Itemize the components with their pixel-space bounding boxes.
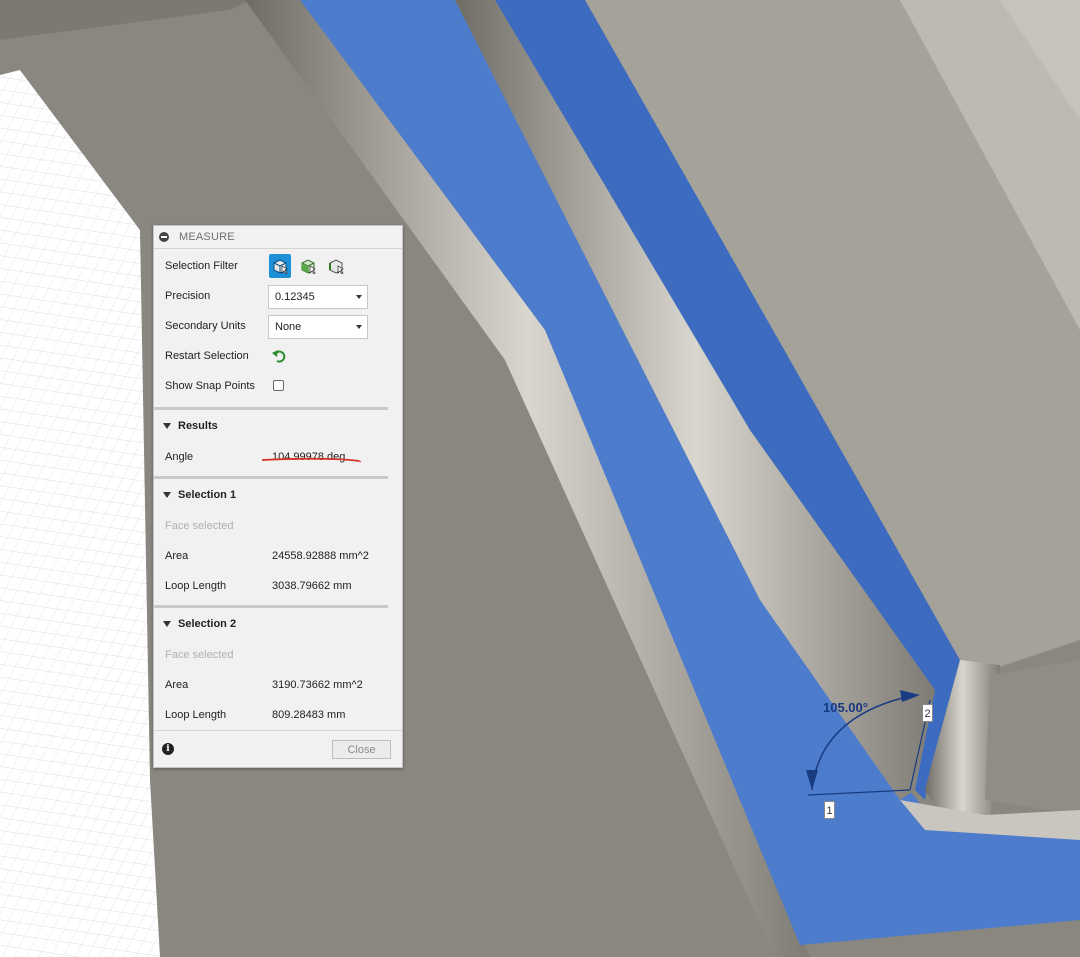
selection-filter-row: Selection Filter (154, 251, 402, 281)
collapse-triangle-icon (163, 423, 171, 429)
selection2-status: Face selected (165, 649, 234, 661)
selection2-loop-label: Loop Length (165, 709, 227, 721)
angle-label: Angle (165, 451, 194, 463)
red-underline-annotation (261, 457, 361, 463)
edge-select-icon[interactable] (325, 254, 347, 278)
show-snap-points-label: Show Snap Points (165, 380, 255, 392)
precision-row: Precision 0.12345 (154, 281, 402, 311)
face-select-icon[interactable] (297, 254, 319, 278)
secondary-units-label: Secondary Units (165, 320, 246, 332)
selection2-section-header[interactable]: Selection 2 (154, 608, 402, 640)
selection2-area-row: Area 3190.73662 mm^2 (154, 670, 402, 700)
show-snap-points-checkbox[interactable] (273, 380, 284, 391)
body-select-icon[interactable] (269, 254, 291, 278)
chevron-down-icon (356, 325, 362, 329)
selection1-section-header[interactable]: Selection 1 (154, 479, 402, 511)
panel-footer: i Close (154, 730, 402, 767)
precision-dropdown[interactable]: 0.12345 (268, 285, 368, 309)
panel-header: MEASURE (154, 226, 402, 249)
selection-filter-label: Selection Filter (165, 260, 238, 272)
collapse-triangle-icon (163, 621, 171, 627)
secondary-units-row: Secondary Units None (154, 311, 402, 341)
panel-title: MEASURE (179, 231, 235, 243)
info-icon[interactable]: i (162, 743, 174, 755)
chevron-down-icon (356, 295, 362, 299)
selection1-area-value: 24558.92888 mm^2 (272, 550, 369, 562)
selection1-area-row: Area 24558.92888 mm^2 (154, 541, 402, 571)
selection1-loop-label: Loop Length (165, 580, 227, 592)
collapse-triangle-icon (163, 492, 171, 498)
show-snap-points-row: Show Snap Points (154, 371, 402, 401)
selection1-status: Face selected (165, 520, 234, 532)
selection1-area-label: Area (165, 550, 189, 562)
secondary-units-value: None (275, 321, 302, 333)
close-button[interactable]: Close (332, 740, 391, 759)
selection2-area-label: Area (165, 679, 189, 691)
selection2-status-row: Face selected (154, 640, 402, 670)
selection1-loop-value: 3038.79662 mm (272, 580, 352, 592)
selection1-header: Selection 1 (178, 489, 237, 501)
selection2-loop-row: Loop Length 809.28483 mm (154, 700, 402, 730)
selection1-loop-row: Loop Length 3038.79662 mm (154, 571, 402, 601)
restart-selection-row: Restart Selection (154, 341, 402, 371)
secondary-units-dropdown[interactable]: None (268, 315, 368, 339)
restart-arrow-icon[interactable] (271, 348, 287, 367)
selection2-header: Selection 2 (178, 618, 237, 630)
selection2-area-value: 3190.73662 mm^2 (272, 679, 363, 691)
selection-marker-1: 1 (824, 801, 835, 819)
selection-marker-2: 2 (922, 704, 933, 722)
body-right-side (985, 660, 1080, 815)
results-header: Results (178, 420, 218, 432)
selection2-loop-value: 809.28483 mm (272, 709, 346, 721)
results-section-header[interactable]: Results (154, 410, 402, 442)
restart-selection-label: Restart Selection (165, 350, 249, 362)
precision-label: Precision (165, 290, 211, 302)
precision-value: 0.12345 (275, 291, 315, 303)
angle-row: Angle 104.99978 deg (154, 442, 402, 472)
angle-dimension-label: 105.00° (823, 700, 868, 715)
measure-panel: MEASURE Selection Filter Precision 0.123… (153, 225, 403, 768)
selection1-status-row: Face selected (154, 511, 402, 541)
collapse-icon[interactable] (159, 232, 169, 242)
